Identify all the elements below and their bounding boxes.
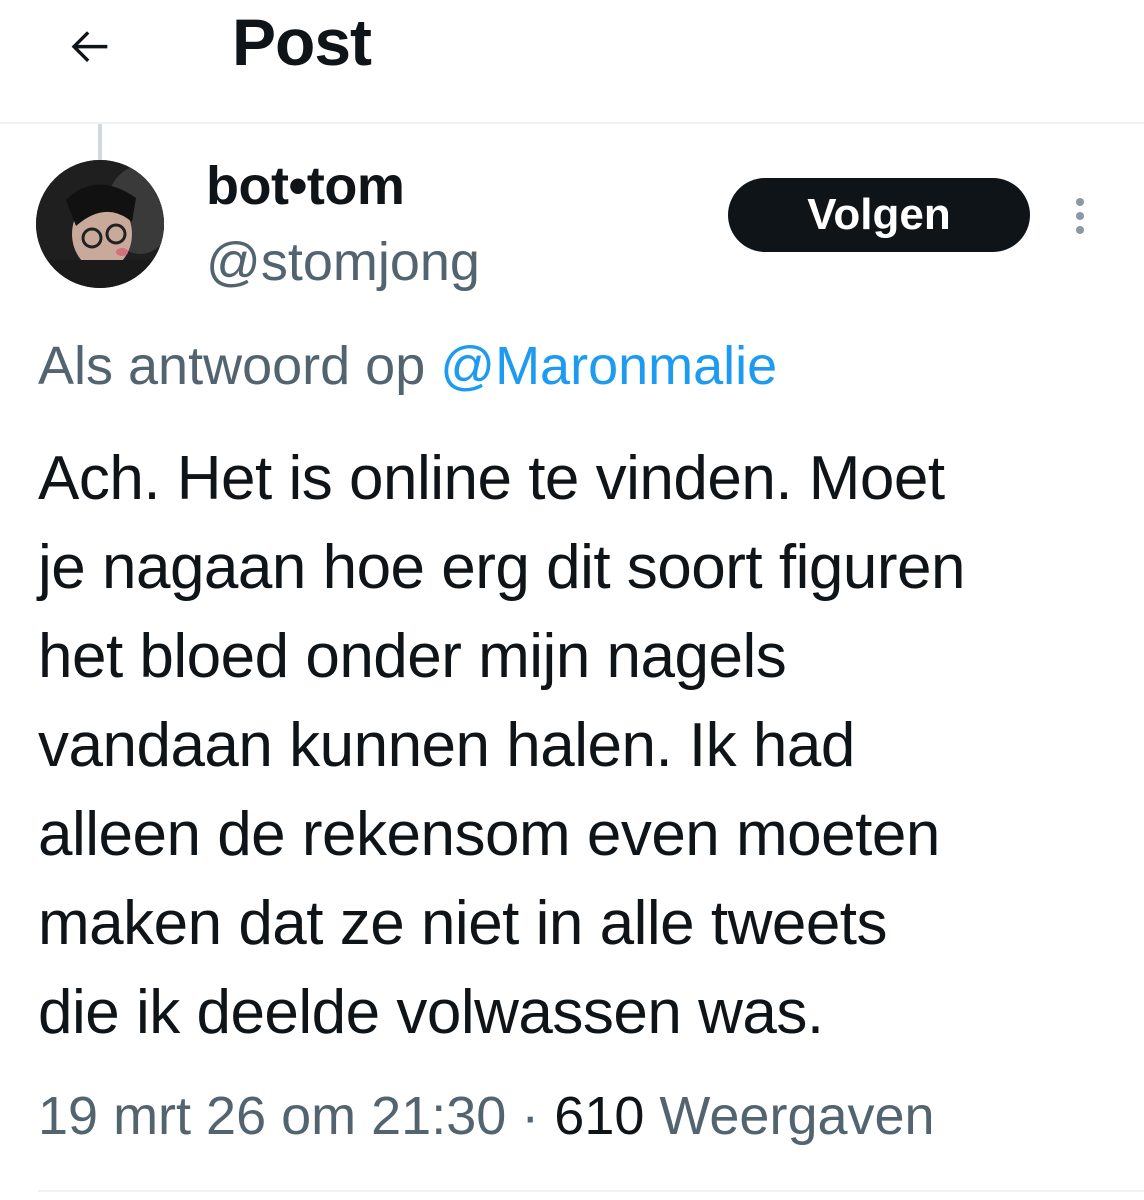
views-count: 610 bbox=[554, 1086, 645, 1146]
tweet-line: die ik deelde volwassen was. bbox=[38, 978, 824, 1047]
divider bbox=[38, 1190, 1144, 1192]
more-vertical-icon bbox=[1076, 198, 1084, 206]
tweet-timestamp[interactable]: 19 mrt 26 om 21:30 bbox=[38, 1086, 506, 1146]
tweet-line: je nagaan hoe erg dit soort figuren bbox=[38, 533, 965, 602]
views-label: Weergaven bbox=[659, 1086, 935, 1146]
tweet-body: Ach. Het is online te vinden. Moet je na… bbox=[38, 434, 1128, 1057]
meta-separator: · bbox=[521, 1086, 540, 1146]
avatar[interactable] bbox=[36, 160, 164, 288]
more-options-button[interactable] bbox=[1058, 188, 1102, 244]
back-button[interactable] bbox=[58, 14, 122, 78]
author-display-name[interactable]: bot•tom bbox=[206, 154, 405, 218]
tweet-meta: 19 mrt 26 om 21:30 · 610 Weergaven bbox=[38, 1084, 935, 1148]
more-vertical-icon bbox=[1076, 226, 1084, 234]
tweet-line: maken dat ze niet in alle tweets bbox=[38, 889, 888, 958]
reply-prefix: Als antwoord op bbox=[38, 336, 426, 396]
reply-context: Als antwoord op @Maronmalie bbox=[38, 334, 777, 398]
reply-mention-link[interactable]: @Maronmalie bbox=[440, 336, 777, 396]
tweet-line: vandaan kunnen halen. Ik had bbox=[38, 711, 855, 780]
arrow-left-icon bbox=[71, 31, 108, 63]
tweet-line: het bloed onder mijn nagels bbox=[38, 622, 787, 691]
thread-connector-line bbox=[98, 124, 102, 160]
top-bar: Post bbox=[0, 0, 1144, 124]
tweet-line: Ach. Het is online te vinden. Moet bbox=[38, 444, 945, 513]
more-vertical-icon bbox=[1076, 212, 1084, 220]
tweet-line: alleen de rekensom even moeten bbox=[38, 800, 940, 869]
profile-photo bbox=[36, 160, 164, 288]
author-handle[interactable]: @stomjong bbox=[206, 230, 480, 294]
follow-button[interactable]: Volgen bbox=[728, 178, 1030, 252]
page-title: Post bbox=[232, 5, 372, 79]
